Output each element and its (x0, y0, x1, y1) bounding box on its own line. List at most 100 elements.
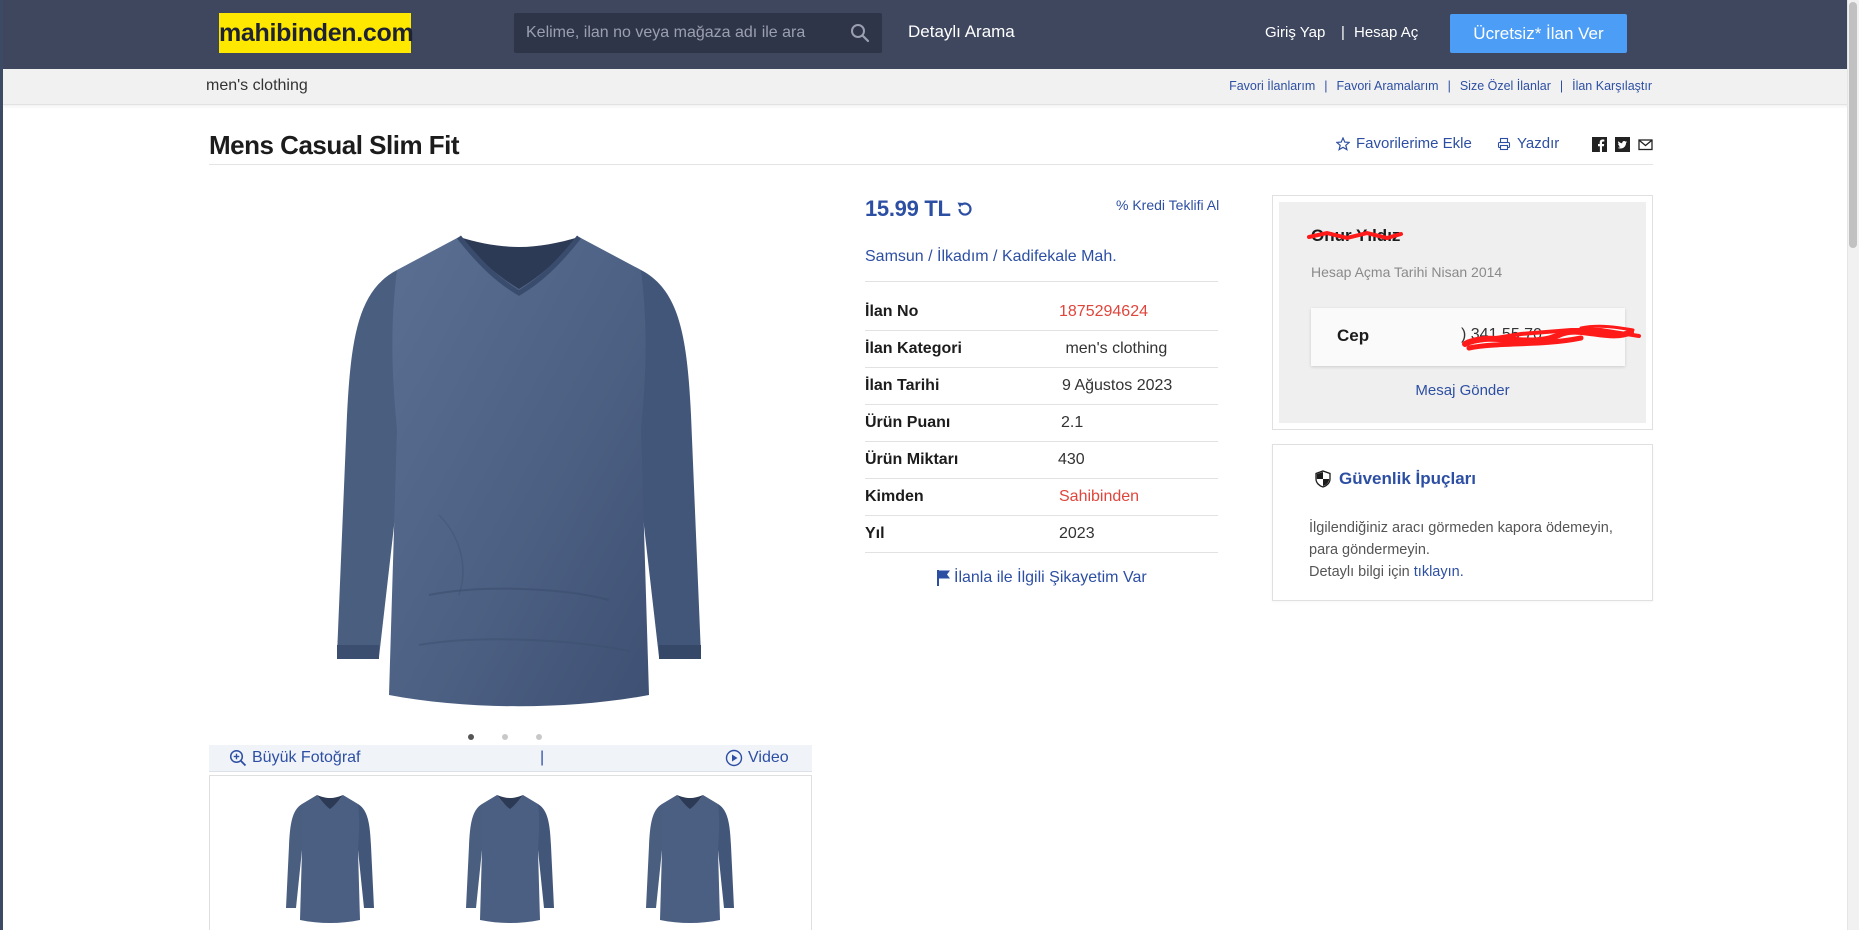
compare-listings-link[interactable]: İlan Karşılaştır (1572, 79, 1652, 93)
play-icon (725, 749, 743, 767)
seller-card: Onur Yıldız Hesap Açma Tarihi Nisan 2014… (1279, 202, 1646, 423)
details-link[interactable]: tıklayın. (1414, 564, 1464, 580)
search-icon[interactable] (850, 23, 870, 43)
listing-number: 1875294624 (1059, 303, 1148, 320)
info-label: İlan Kategori (865, 340, 962, 357)
info-label: İlan Tarihi (865, 377, 940, 394)
header-separator: | (1341, 24, 1345, 41)
add-favorite-button[interactable]: Favorilerime Ekle (1336, 135, 1472, 152)
account-opened-date: Hesap Açma Tarihi Nisan 2014 (1311, 264, 1503, 280)
info-value: 2023 (1059, 525, 1095, 542)
safety-line: para göndermeyin. (1309, 542, 1430, 558)
redaction-scribble (1307, 230, 1403, 241)
gallery-dot[interactable] (536, 734, 542, 740)
top-header: mahibinden.com Detaylı Arama Giriş Yap |… (3, 0, 1859, 69)
safety-line: İlgilendiğiniz aracı görmeden kapora öde… (1309, 520, 1613, 536)
scrollbar-thumb[interactable] (1849, 2, 1857, 248)
safety-tips-label: Güvenlik İpuçları (1339, 469, 1476, 488)
info-label: İlan No (865, 303, 919, 320)
twitter-icon[interactable] (1615, 137, 1630, 152)
redaction-scribble (1462, 324, 1641, 351)
register-link[interactable]: Hesap Aç (1354, 24, 1418, 41)
shield-icon (1315, 470, 1331, 488)
complaint-link[interactable]: İlanla ile İlgili Şikayetim Var (936, 569, 1147, 587)
safety-tips-title: Güvenlik İpuçları (1315, 469, 1476, 489)
gallery-dot[interactable] (502, 734, 508, 740)
flag-icon (937, 570, 950, 586)
info-row-year: Yıl 2023 (865, 516, 1218, 553)
gallery-dot[interactable] (468, 734, 474, 740)
listing-title: Mens Casual Slim Fit (209, 130, 460, 160)
gallery-dots (468, 734, 542, 740)
credit-offer-link[interactable]: % Kredi Teklifi Al (1116, 197, 1219, 213)
photo-gallery (209, 195, 812, 745)
search-box (514, 13, 882, 53)
price-value: 15.99 TL (865, 196, 951, 221)
video-label: Video (748, 749, 789, 766)
info-row-category: İlan Kategori men's clothing (865, 331, 1218, 368)
phone-card: Cep ) 341 55 70 (1311, 308, 1641, 366)
email-icon[interactable] (1638, 137, 1653, 152)
share-icons (1592, 137, 1653, 152)
favorite-listings-link[interactable]: Favori İlanlarım (1229, 79, 1315, 93)
info-value: 2.1 (1061, 414, 1084, 431)
phone-label: Cep (1337, 326, 1370, 345)
thumbnail-photo[interactable] (280, 790, 380, 930)
link-separator: | (1324, 79, 1328, 93)
print-button[interactable]: Yazdır (1497, 135, 1559, 152)
safety-line: Detaylı bilgi için tıklayın. (1309, 561, 1629, 583)
zoom-in-icon (229, 749, 247, 767)
thumbnail-photo[interactable] (460, 790, 560, 930)
listing-info-table: İlan No 1875294624 İlan Kategori men's c… (865, 294, 1218, 553)
info-row-date: İlan Tarihi 9 Ağustos 2023 (865, 368, 1218, 405)
info-value: men's clothing (1061, 340, 1168, 357)
info-value: Sahibinden (1059, 488, 1140, 505)
breadcrumb[interactable]: men's clothing (206, 77, 308, 95)
photo-action-bar: Büyük Fotoğraf | Video (209, 745, 812, 772)
info-value: 430 (1058, 451, 1085, 468)
info-label: Kimden (865, 488, 924, 505)
link-separator: | (1447, 79, 1451, 93)
favorite-searches-link[interactable]: Favori Aramalarım (1336, 79, 1438, 93)
location-link[interactable]: Samsun / İlkadım / Kadifekale Mah. (865, 248, 1117, 266)
video-button[interactable]: Video (725, 749, 789, 767)
complaint-label: İlanla ile İlgili Şikayetim Var (954, 569, 1147, 586)
link-separator: | (1559, 79, 1564, 93)
star-icon (1336, 136, 1350, 151)
main-product-photo[interactable] (309, 215, 729, 725)
user-links: Favori İlanlarım | Favori Aramalarım | S… (1229, 79, 1652, 93)
special-listings-link[interactable]: Size Özel İlanlar (1460, 79, 1551, 93)
safety-tips-text: İlgilendiğiniz aracı görmeden kapora öde… (1309, 517, 1629, 583)
info-label: Ürün Miktarı (865, 451, 959, 468)
page: mahibinden.com Detaylı Arama Giriş Yap |… (0, 0, 1859, 930)
info-value: 9 Ağustos 2023 (1062, 377, 1173, 394)
detailed-search-link[interactable]: Detaylı Arama (908, 22, 1015, 42)
safety-line-prefix: Detaylı bilgi için (1309, 564, 1414, 580)
big-photo-label: Büyük Fotoğraf (252, 749, 361, 766)
title-divider (209, 164, 1653, 165)
thumbnail-strip (209, 775, 812, 930)
refresh-icon[interactable] (955, 199, 975, 219)
site-logo[interactable]: mahibinden.com (219, 13, 414, 53)
vertical-scrollbar[interactable] (1847, 0, 1859, 930)
photo-bar-separator: | (540, 749, 545, 766)
safety-tips-panel: Güvenlik İpuçları İlgilendiğiniz aracı g… (1272, 444, 1653, 601)
sub-bar: men's clothing Favori İlanlarım | Favori… (3, 69, 1859, 105)
send-message-link[interactable]: Mesaj Gönder (1279, 382, 1646, 399)
post-listing-button[interactable]: Ücretsiz* İlan Ver (1450, 14, 1627, 53)
print-label: Yazdır (1517, 135, 1560, 152)
seller-name[interactable]: Onur Yıldız (1307, 226, 1403, 246)
thumbnail-photo[interactable] (640, 790, 740, 930)
info-row-listing-no: İlan No 1875294624 (865, 294, 1218, 331)
info-row-from: Kimden Sahibinden (865, 479, 1218, 516)
info-label: Ürün Puanı (865, 414, 951, 431)
location-divider (865, 281, 1218, 282)
seller-panel: Onur Yıldız Hesap Açma Tarihi Nisan 2014… (1272, 195, 1653, 430)
login-link[interactable]: Giriş Yap (1265, 24, 1325, 41)
facebook-icon[interactable] (1592, 137, 1607, 152)
search-input[interactable] (514, 13, 844, 53)
info-row-quantity: Ürün Miktarı 430 (865, 442, 1218, 479)
price: 15.99 TL (865, 196, 975, 222)
info-row-rating: Ürün Puanı 2.1 (865, 405, 1218, 442)
big-photo-button[interactable]: Büyük Fotoğraf (229, 749, 361, 767)
